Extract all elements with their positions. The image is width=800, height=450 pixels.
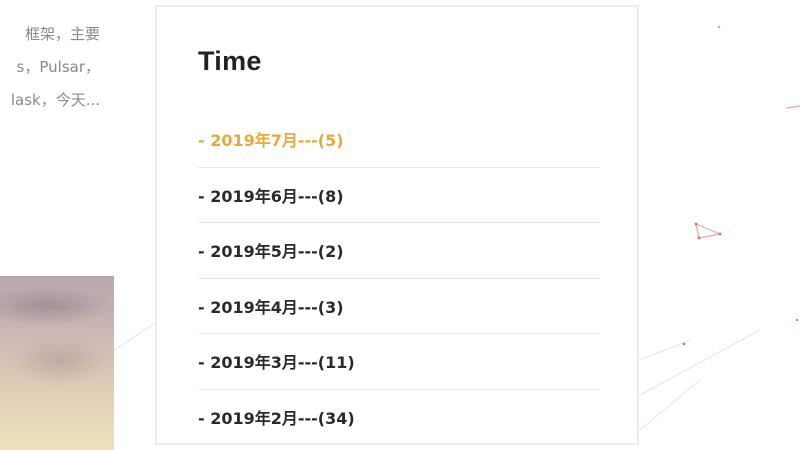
archive-item-2019-02[interactable]: - 2019年2月---(34) [198,390,600,446]
archive-item-2019-07[interactable]: - 2019年7月---(5) [198,112,600,168]
archive-item-2019-06[interactable]: - 2019年6月---(8) [198,168,600,223]
excerpt-line: 框架，主要 [24,25,100,43]
archive-item-2019-04[interactable]: - 2019年4月---(3) [198,279,600,334]
archive-item-2019-03[interactable]: - 2019年3月---(11) [198,334,600,390]
excerpt-line: lask，今天... [10,91,100,109]
archive-list: - 2019年7月---(5) - 2019年6月---(8) - 2019年5… [198,112,600,445]
post-thumbnail-image[interactable] [0,276,114,450]
post-excerpt: 框架，主要 s，Pulsar， lask，今天... [0,18,150,117]
widget-title: Time [198,46,262,76]
page: 框架，主要 s，Pulsar， lask，今天... Time - 2019年7… [0,0,800,450]
archive-item-2019-05[interactable]: - 2019年5月---(2) [198,223,600,279]
archive-widget: Time - 2019年7月---(5) - 2019年6月---(8) - 2… [155,5,639,445]
excerpt-line: s，Pulsar， [16,58,100,76]
